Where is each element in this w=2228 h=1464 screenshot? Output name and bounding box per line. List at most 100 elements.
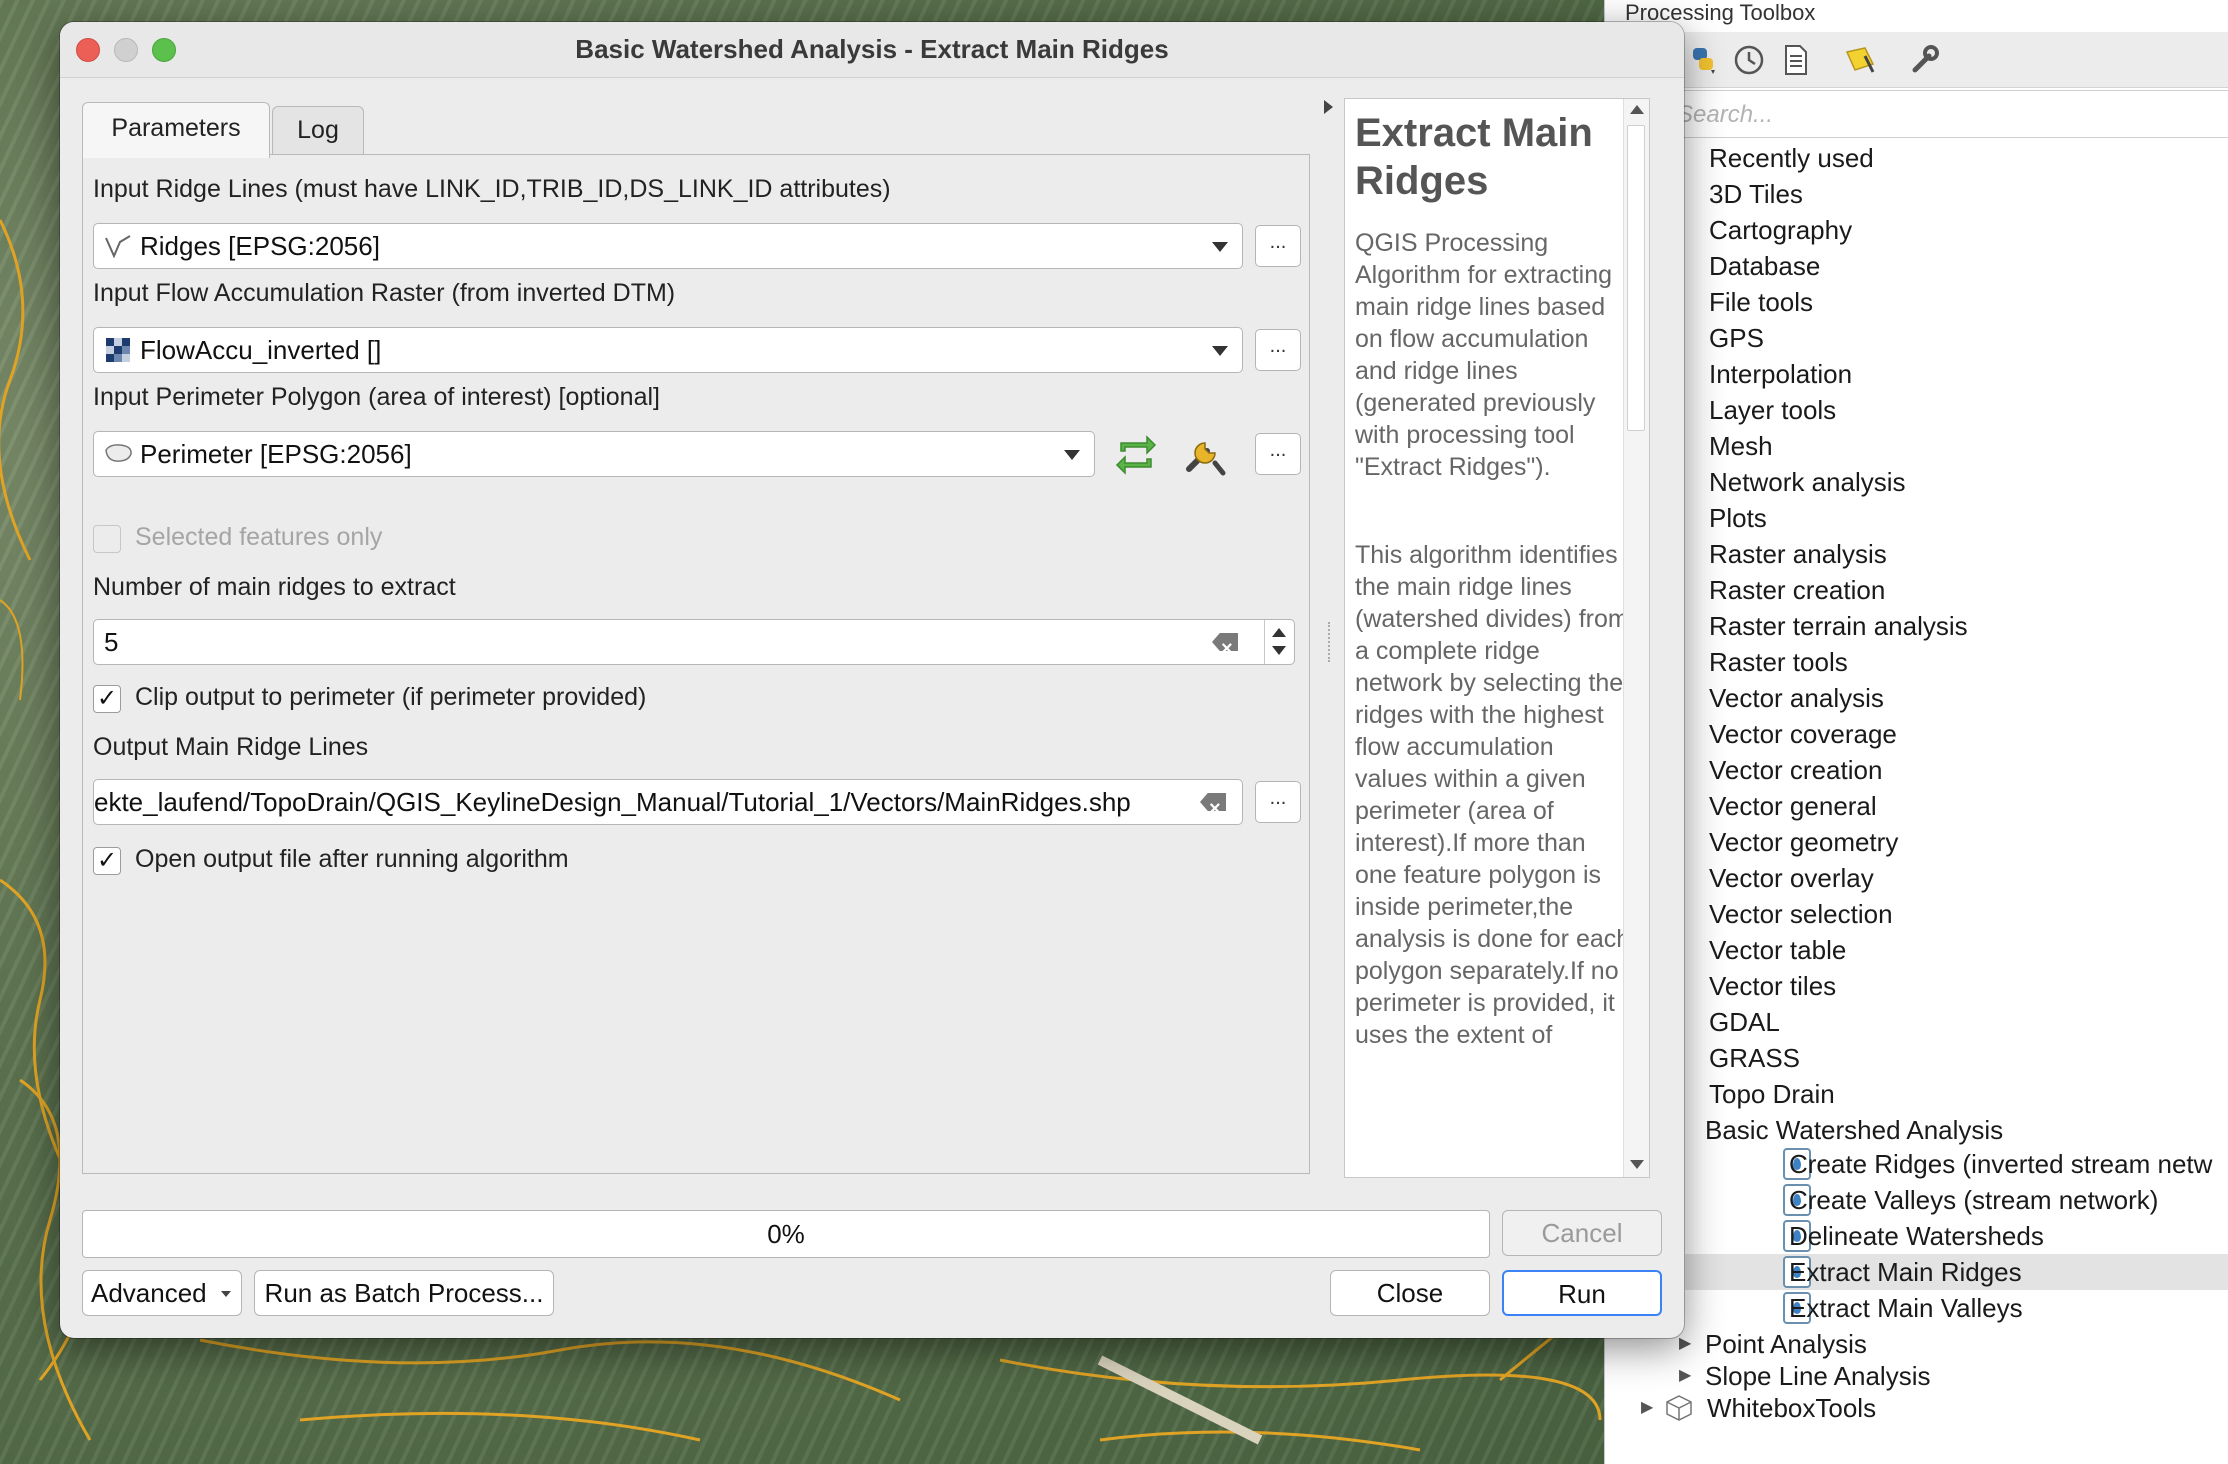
selected-only-label: Selected features only xyxy=(135,523,383,551)
help-scrollbar[interactable] xyxy=(1623,99,1649,1177)
tree-item[interactable]: Vector coverage xyxy=(1709,716,1897,752)
tree-item[interactable]: GPS xyxy=(1709,320,1764,356)
splitter-handle[interactable] xyxy=(1328,622,1332,662)
tree-item[interactable]: Vector analysis xyxy=(1709,680,1884,716)
tree-item[interactable]: Raster tools xyxy=(1709,644,1848,680)
tree-item[interactable]: Point Analysis xyxy=(1705,1326,1867,1362)
close-button[interactable]: Close xyxy=(1330,1270,1490,1316)
toolbox-search-input[interactable]: Search... xyxy=(1605,90,2228,138)
output-browse-button[interactable]: ... xyxy=(1255,781,1301,823)
help-title: Extract Main Ridges xyxy=(1355,111,1593,203)
results-viewer-icon[interactable] xyxy=(1777,42,1813,78)
python-icon[interactable] xyxy=(1685,42,1721,78)
tree-item[interactable]: Plots xyxy=(1709,500,1767,536)
expand-arrow-icon[interactable]: ▶ xyxy=(1641,1390,1653,1426)
processing-toolbox: Processing Toolbox Search... Recently us… xyxy=(1603,0,2228,1464)
iterate-over-features-icon[interactable] xyxy=(1113,433,1159,477)
tree-item[interactable]: Database xyxy=(1709,248,1820,284)
advanced-dropdown-button[interactable]: Advanced xyxy=(82,1270,242,1316)
flow-acc-browse-button[interactable]: ... xyxy=(1255,329,1301,371)
advanced-label: Advanced xyxy=(91,1278,207,1308)
scroll-thumb[interactable] xyxy=(1627,125,1645,431)
algorithm-dialog: Basic Watershed Analysis - Extract Main … xyxy=(60,22,1684,1338)
spin-down-icon[interactable] xyxy=(1272,646,1286,655)
perimeter-combo[interactable]: Perimeter [EPSG:2056] xyxy=(93,431,1095,477)
advanced-settings-wrench-icon[interactable] xyxy=(1179,429,1229,479)
tree-item[interactable]: Create Valleys (stream network) xyxy=(1789,1182,2158,1218)
collapse-help-arrow-icon[interactable] xyxy=(1324,100,1333,114)
tree-item[interactable]: Extract Main Valleys xyxy=(1789,1290,2023,1326)
history-icon[interactable] xyxy=(1731,42,1767,78)
flow-acc-combo[interactable]: FlowAccu_inverted [] xyxy=(93,327,1243,373)
tree-item[interactable]: Slope Line Analysis xyxy=(1705,1358,1930,1394)
tree-item[interactable]: Mesh xyxy=(1709,428,1773,464)
tree-item[interactable]: Vector creation xyxy=(1709,752,1882,788)
tab-parameters[interactable]: Parameters xyxy=(82,102,270,158)
tree-item[interactable]: Create Ridges (inverted stream netw xyxy=(1789,1146,2212,1182)
num-ridges-value: 5 xyxy=(104,627,119,657)
tree-item[interactable]: Vector selection xyxy=(1709,896,1893,932)
dialog-title: Basic Watershed Analysis - Extract Main … xyxy=(575,34,1169,64)
flow-acc-label: Input Flow Accumulation Raster (from inv… xyxy=(93,279,676,307)
ridge-lines-browse-button[interactable]: ... xyxy=(1255,225,1301,267)
help-paragraph-2: This algorithm identifies the main ridge… xyxy=(1355,541,1631,1049)
tree-item[interactable]: Vector general xyxy=(1709,788,1877,824)
scroll-down-icon[interactable] xyxy=(1630,1160,1644,1169)
tree-item[interactable]: Cartography xyxy=(1709,212,1852,248)
tree-item[interactable]: 3D Tiles xyxy=(1709,176,1803,212)
whitebox-cube-icon xyxy=(1666,1395,1692,1421)
raster-layer-icon xyxy=(106,338,130,362)
tree-item[interactable]: Raster analysis xyxy=(1709,536,1887,572)
ridge-lines-combo[interactable]: Ridges [EPSG:2056] xyxy=(93,223,1243,269)
spin-arrows[interactable] xyxy=(1264,620,1294,664)
output-file-input[interactable]: ekte_laufend/TopoDrain/QGIS_KeylineDesig… xyxy=(93,779,1243,825)
tree-item[interactable]: WhiteboxTools xyxy=(1707,1390,1876,1426)
help-panel: Extract Main Ridges QGIS Processing Algo… xyxy=(1344,98,1650,1178)
chevron-down-icon xyxy=(1212,242,1228,252)
tree-item[interactable]: Raster creation xyxy=(1709,572,1885,608)
flow-acc-value: FlowAccu_inverted [] xyxy=(140,335,382,365)
tree-item[interactable]: Network analysis xyxy=(1709,464,1906,500)
spin-up-icon[interactable] xyxy=(1272,628,1286,637)
dialog-titlebar[interactable]: Basic Watershed Analysis - Extract Main … xyxy=(60,22,1684,78)
tree-item[interactable]: Basic Watershed Analysis xyxy=(1705,1112,2003,1148)
tree-item[interactable]: Vector tiles xyxy=(1709,968,1836,1004)
selected-only-checkbox[interactable] xyxy=(93,525,121,553)
chevron-down-icon xyxy=(1064,450,1080,460)
polygon-layer-icon xyxy=(105,444,132,462)
edit-features-in-place-icon[interactable] xyxy=(1843,42,1879,78)
scroll-up-icon[interactable] xyxy=(1630,105,1644,114)
ridge-lines-value: Ridges [EPSG:2056] xyxy=(140,231,380,261)
clip-output-label: Clip output to perimeter (if perimeter p… xyxy=(135,683,647,711)
cancel-button[interactable]: Cancel xyxy=(1502,1210,1662,1256)
tree-item[interactable]: Vector overlay xyxy=(1709,860,1874,896)
tree-item[interactable]: Recently used xyxy=(1709,140,1874,176)
help-paragraph-1: QGIS Processing Algorithm for extracting… xyxy=(1355,229,1613,481)
options-wrench-icon[interactable] xyxy=(1907,42,1943,78)
tab-log[interactable]: Log xyxy=(272,106,364,156)
tree-item[interactable]: Vector table xyxy=(1709,932,1846,968)
tree-item[interactable]: Vector geometry xyxy=(1709,824,1898,860)
clear-icon[interactable] xyxy=(1200,793,1226,811)
open-output-checkbox[interactable]: ✓ xyxy=(93,847,121,875)
tree-item[interactable]: Layer tools xyxy=(1709,392,1836,428)
batch-process-button[interactable]: Run as Batch Process... xyxy=(254,1270,554,1316)
expand-arrow-icon[interactable]: ▶ xyxy=(1679,1358,1691,1394)
num-ridges-spinbox[interactable]: 5 xyxy=(93,619,1295,665)
open-output-label: Open output file after running algorithm xyxy=(135,845,569,873)
tree-item[interactable]: Topo Drain xyxy=(1709,1076,1835,1112)
tree-item[interactable]: Delineate Watersheds xyxy=(1789,1218,2044,1254)
tree-item[interactable]: Interpolation xyxy=(1709,356,1852,392)
tree-item[interactable]: GDAL xyxy=(1709,1004,1780,1040)
perimeter-browse-button[interactable]: ... xyxy=(1255,433,1301,475)
run-button[interactable]: Run xyxy=(1502,1270,1662,1316)
tree-item[interactable]: Extract Main Ridges xyxy=(1789,1254,2022,1290)
line-layer-icon xyxy=(105,235,131,259)
tree-item[interactable]: GRASS xyxy=(1709,1040,1800,1076)
clip-output-checkbox[interactable]: ✓ xyxy=(93,685,121,713)
clear-icon[interactable] xyxy=(1212,633,1238,651)
tree-item[interactable]: Raster terrain analysis xyxy=(1709,608,1968,644)
tree-item[interactable]: File tools xyxy=(1709,284,1813,320)
perimeter-value: Perimeter [EPSG:2056] xyxy=(140,439,412,469)
ridge-lines-label: Input Ridge Lines (must have LINK_ID,TRI… xyxy=(93,175,891,203)
